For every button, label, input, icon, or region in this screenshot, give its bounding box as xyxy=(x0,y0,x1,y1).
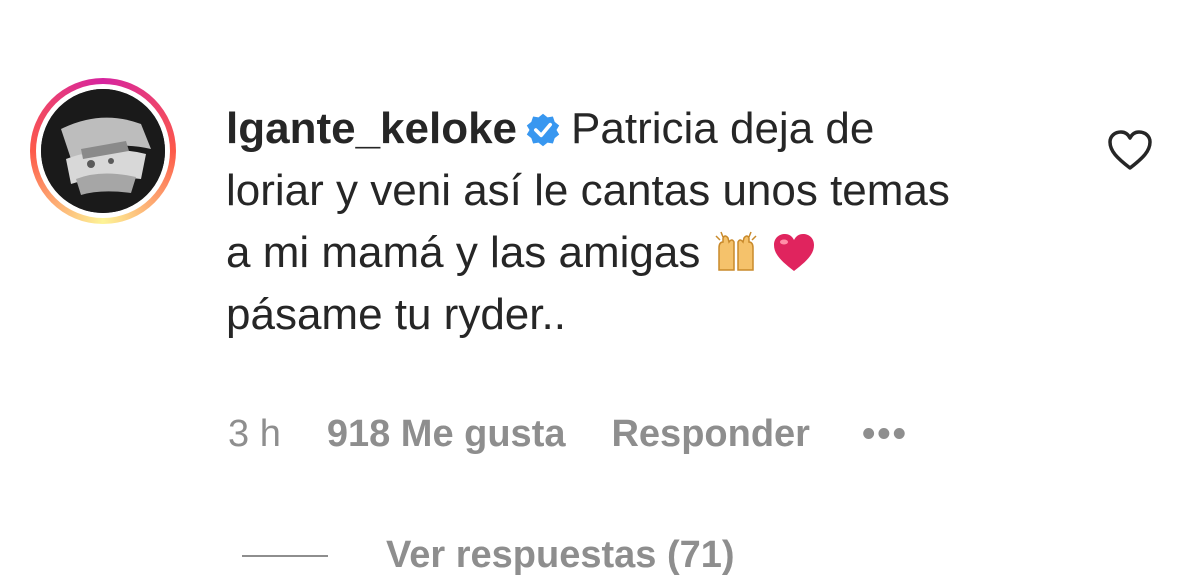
avatar[interactable] xyxy=(41,89,165,213)
avatar-story-ring[interactable] xyxy=(30,78,176,224)
comment: lgante_keloke Patricia deja de loriar y v… xyxy=(0,0,1200,587)
comment-text-line3: a mi mamá y las amigas xyxy=(226,228,701,277)
comment-text-line2: loriar y veni así le cantas unos temas xyxy=(226,166,950,215)
red-heart-icon xyxy=(773,234,814,271)
comment-likes-count[interactable]: 918 Me gusta xyxy=(327,413,566,456)
avatar-image xyxy=(41,89,165,213)
comment-meta: 3 h 918 Me gusta Responder ••• xyxy=(228,413,908,456)
comment-timestamp[interactable]: 3 h xyxy=(228,413,281,456)
comment-body: lgante_keloke Patricia deja de loriar y v… xyxy=(226,98,1076,346)
username-link[interactable]: lgante_keloke xyxy=(226,104,517,153)
replies-divider-line xyxy=(242,554,328,557)
more-options-icon[interactable]: ••• xyxy=(862,413,908,456)
comment-text-line4: pásame tu ryder.. xyxy=(226,290,566,339)
view-replies-label: Ver respuestas (71) xyxy=(386,534,735,576)
comment-text-line1: Patricia deja de xyxy=(571,104,875,153)
reply-button[interactable]: Responder xyxy=(611,413,809,456)
view-replies-button[interactable]: Ver respuestas (71) xyxy=(242,534,735,577)
raising-hands-icon xyxy=(715,231,757,271)
verified-badge-icon xyxy=(526,113,560,147)
avatar-ring-gap xyxy=(36,84,170,218)
heart-outline-icon[interactable] xyxy=(1106,128,1154,172)
